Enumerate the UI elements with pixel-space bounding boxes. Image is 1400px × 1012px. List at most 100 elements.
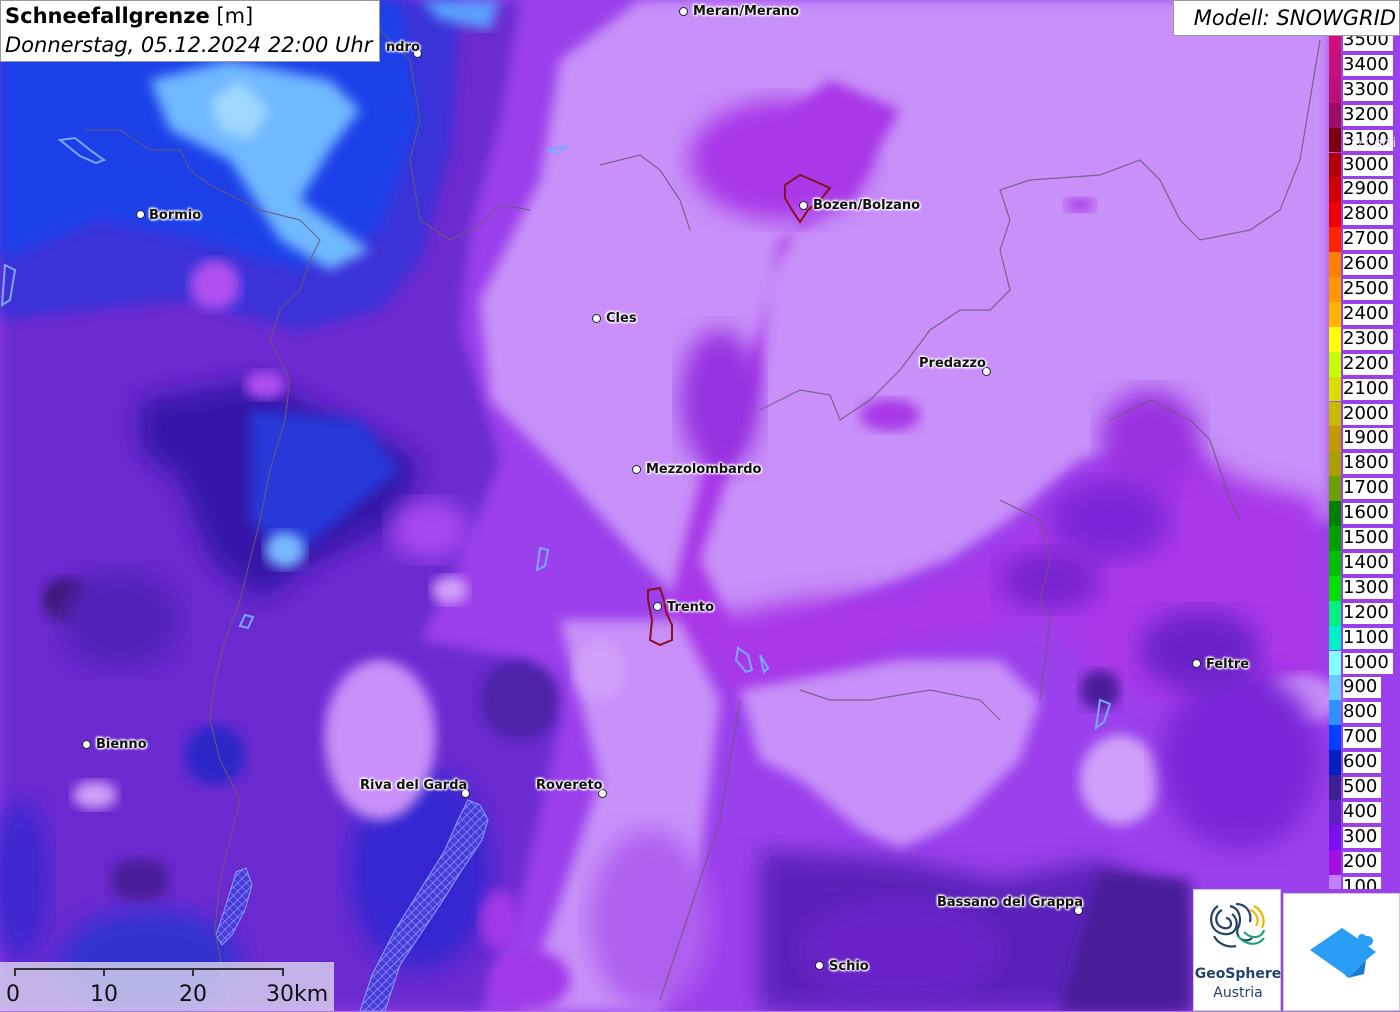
legend-row: 2500 — [1326, 277, 1400, 302]
legend-row: 1100 — [1326, 625, 1400, 651]
legend-swatch — [1329, 675, 1341, 701]
geosphere-logo[interactable]: GeoSphere Austria — [1193, 889, 1281, 1011]
city-dot-icon — [1192, 659, 1201, 668]
scale-line — [14, 968, 284, 970]
scale-tick-20 — [192, 968, 194, 976]
city-label: Meran/Merano — [693, 4, 800, 19]
legend-swatch — [1329, 202, 1341, 228]
legend-label: 700 — [1343, 727, 1382, 749]
legend-label: 1200 — [1343, 602, 1393, 624]
legend-swatch — [1329, 301, 1341, 327]
city-label: Schio — [829, 959, 869, 974]
city-label: Bienno — [96, 737, 147, 752]
city-dot-icon — [632, 465, 641, 474]
legend-swatch — [1329, 127, 1341, 153]
legend-label: 600 — [1343, 752, 1382, 774]
legend-swatch — [1329, 351, 1341, 377]
legend-swatch — [1329, 476, 1341, 502]
legend-row: 3200 — [1326, 102, 1400, 128]
city-label: ndro — [386, 40, 420, 55]
legend-label: 1700 — [1343, 478, 1393, 500]
legend-swatch — [1329, 252, 1341, 277]
legend-row: 400 — [1326, 799, 1400, 825]
snow-house-icon — [1310, 928, 1376, 978]
snowfall-map[interactable] — [0, 0, 1400, 1011]
city-label: Riva del Garda — [360, 778, 468, 793]
legend-label: 3400 — [1343, 54, 1393, 76]
legend-label: 1800 — [1343, 453, 1393, 475]
legend-row: 700 — [1326, 725, 1400, 751]
legend-row: 1700 — [1326, 476, 1400, 502]
legend-row: 3500 — [1326, 36, 1400, 53]
scale-label-30km: 30km — [266, 982, 329, 1007]
legend-swatch — [1329, 102, 1341, 128]
legend-label: 2700 — [1343, 229, 1393, 251]
scale-label-0: 0 — [6, 982, 20, 1007]
scale-tick-30 — [282, 968, 284, 976]
legend-label: 2400 — [1343, 303, 1393, 325]
scale-label-10: 10 — [90, 982, 118, 1007]
legend-swatch — [1329, 152, 1341, 178]
legend-swatch — [1329, 401, 1341, 427]
legend-label: 100 — [1343, 876, 1382, 889]
legend-swatch — [1329, 550, 1341, 576]
legend-row: 1200 — [1326, 600, 1400, 626]
legend-label: 2000 — [1343, 403, 1393, 425]
geosphere-emblem-icon — [1210, 902, 1266, 948]
legend-label: 500 — [1343, 777, 1382, 798]
city-dot-icon — [799, 201, 808, 210]
legend-label: 1600 — [1343, 503, 1393, 525]
geosphere-name: GeoSphere — [1194, 966, 1282, 982]
legend-label: 3000 — [1343, 154, 1393, 176]
city-label: Trento — [667, 600, 715, 615]
legend-label: 1100 — [1343, 627, 1393, 649]
legend-label: 800 — [1343, 702, 1382, 724]
scale-label-20: 20 — [179, 982, 207, 1007]
legend-row: 200 — [1326, 849, 1400, 875]
city-dot-icon — [1352, 138, 1361, 147]
legend-swatch — [1329, 526, 1341, 551]
legend-label: 2800 — [1343, 204, 1393, 226]
city-label: Bormio — [149, 208, 202, 223]
legend-row: 2200 — [1326, 351, 1400, 377]
legend-row: 2400 — [1326, 301, 1400, 327]
legend-label: 900 — [1343, 677, 1382, 699]
legend-label: 2300 — [1343, 328, 1393, 350]
map-title: Schneefallgrenze [m] — [5, 4, 253, 28]
legend-swatch — [1329, 874, 1341, 889]
legend-row: 3300 — [1326, 77, 1400, 103]
legend-swatch — [1329, 36, 1341, 53]
legend-row: 100 — [1326, 874, 1400, 889]
legend-row: 3000 — [1326, 152, 1400, 178]
legend-label: 400 — [1343, 801, 1382, 823]
legend-row: 2100 — [1326, 376, 1400, 402]
snow-app-logo[interactable] — [1283, 893, 1400, 1011]
legend-label: 2900 — [1343, 179, 1393, 201]
legend-label: 1400 — [1343, 552, 1393, 574]
legend-swatch — [1329, 326, 1341, 352]
city-label: Bassano del Grappa — [937, 895, 1083, 910]
city-label: Cles — [606, 311, 637, 326]
legend-row: 2600 — [1326, 252, 1400, 277]
legend-row: 300 — [1326, 824, 1400, 850]
city-dot-icon — [679, 7, 688, 16]
legend-swatch — [1329, 426, 1341, 452]
city-label: Bozen/Bolzano — [813, 198, 921, 213]
legend-swatch — [1329, 77, 1341, 103]
scale-tick-10 — [103, 968, 105, 976]
legend-row: 2300 — [1326, 326, 1400, 352]
legend-label: 3500 — [1343, 36, 1393, 51]
legend-row: 1300 — [1326, 575, 1400, 601]
scale-bar: 0 10 20 30km — [0, 962, 334, 1011]
legend-row: 1400 — [1326, 550, 1400, 576]
city-dot-icon — [136, 210, 145, 219]
legend-label: 2200 — [1343, 353, 1393, 375]
legend-row: 2000 — [1326, 401, 1400, 427]
legend-swatch — [1329, 849, 1341, 875]
legend-swatch — [1329, 227, 1341, 253]
city-label: Feltre — [1206, 657, 1250, 672]
legend-row: 1800 — [1326, 451, 1400, 477]
map-title-box: Schneefallgrenze [m] Donnerstag, 05.12.2… — [0, 0, 380, 62]
legend-row: 1500 — [1326, 526, 1400, 551]
model-label-box: Modell: SNOWGRID — [1173, 0, 1400, 36]
